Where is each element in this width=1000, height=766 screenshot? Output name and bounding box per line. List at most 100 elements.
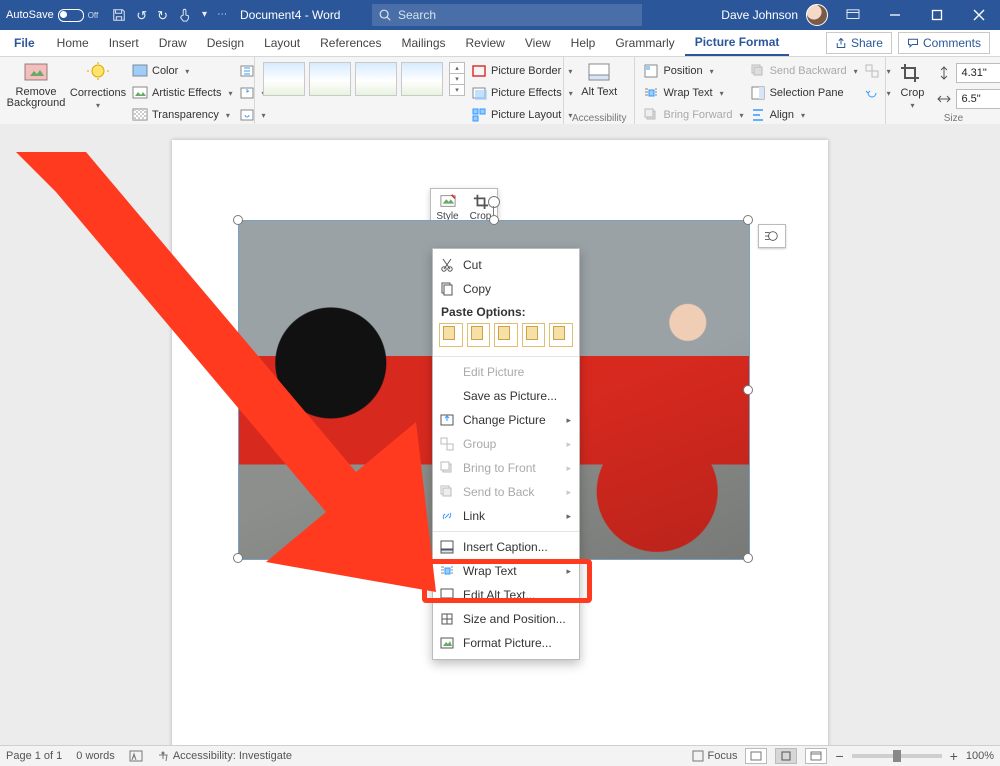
artistic-effects-button[interactable]: Artistic Effects	[132, 83, 233, 103]
tab-mailings[interactable]: Mailings	[391, 30, 455, 56]
resize-handle-tl[interactable]	[233, 215, 243, 225]
color-button[interactable]: Color	[132, 61, 233, 81]
minimize-button[interactable]	[878, 0, 912, 30]
style-preset-3[interactable]	[355, 62, 397, 96]
close-button[interactable]	[962, 0, 996, 30]
autosave-label: AutoSave	[6, 9, 54, 21]
width-input[interactable]: 6.5"▴▾	[956, 89, 1000, 109]
ctx-paste-options	[433, 321, 579, 353]
user-avatar-icon[interactable]	[806, 4, 828, 26]
style-preset-2[interactable]	[309, 62, 351, 96]
autosave-toggle[interactable]: AutoSave Off	[6, 9, 98, 22]
document-area[interactable]: Style Crop	[0, 124, 1000, 746]
picture-effects-button[interactable]: Picture Effects	[471, 83, 573, 103]
selection-pane-button[interactable]: Selection Pane	[750, 83, 858, 103]
tab-references[interactable]: References	[310, 30, 391, 56]
remove-background-button[interactable]: Remove Background	[8, 59, 64, 109]
height-input[interactable]: 4.31"▴▾	[956, 63, 1000, 83]
zoom-out-button[interactable]: −	[835, 748, 843, 764]
share-button[interactable]: Share	[826, 32, 892, 54]
crop-button[interactable]: Crop ▾	[894, 59, 930, 110]
resize-handle-t[interactable]	[489, 215, 499, 225]
ctx-cut[interactable]: Cut	[433, 253, 579, 277]
tab-view[interactable]: View	[515, 30, 561, 56]
send-backward-button[interactable]: Send Backward	[750, 61, 858, 81]
tab-insert[interactable]: Insert	[99, 30, 149, 56]
ctx-change-picture[interactable]: Change Picture▸	[433, 408, 579, 432]
status-accessibility[interactable]: Accessibility: Investigate	[157, 750, 292, 762]
ribbon-display-icon[interactable]	[836, 0, 870, 30]
layout-options-button[interactable]	[758, 224, 786, 248]
paste-option-5[interactable]	[549, 323, 573, 347]
tab-grammarly[interactable]: Grammarly	[605, 30, 684, 56]
view-web-layout[interactable]	[805, 748, 827, 764]
align-button[interactable]: Align	[750, 105, 858, 125]
resize-handle-tr[interactable]	[743, 215, 753, 225]
share-label: Share	[851, 36, 883, 50]
ctx-copy[interactable]: Copy	[433, 277, 579, 301]
style-preset-4[interactable]	[401, 62, 443, 96]
tab-layout[interactable]: Layout	[254, 30, 310, 56]
status-focus[interactable]: Focus	[692, 750, 738, 762]
tab-file[interactable]: File	[4, 30, 47, 56]
wrap-text-button[interactable]: Wrap Text	[643, 83, 743, 103]
alt-text-button[interactable]: Alt Text	[577, 59, 621, 98]
status-words[interactable]: 0 words	[76, 750, 115, 762]
position-button[interactable]: Position	[643, 61, 743, 81]
tab-picture-format[interactable]: Picture Format	[685, 30, 790, 56]
paste-option-3[interactable]	[494, 323, 518, 347]
comments-button[interactable]: Comments	[898, 32, 990, 54]
tab-help[interactable]: Help	[561, 30, 606, 56]
zoom-slider[interactable]	[852, 754, 942, 758]
ctx-wrap-text[interactable]: Wrap Text▸	[433, 559, 579, 583]
resize-handle-br[interactable]	[743, 553, 753, 563]
zoom-level[interactable]: 100%	[966, 750, 994, 762]
qat-overflow-icon[interactable]: ⋯	[217, 10, 227, 20]
ctx-save-as-picture[interactable]: Save as Picture...	[433, 384, 579, 408]
zoom-in-button[interactable]: +	[950, 748, 958, 764]
corrections-button[interactable]: Corrections ▾	[70, 59, 126, 110]
ctx-insert-caption[interactable]: Insert Caption...	[433, 535, 579, 559]
style-gallery-nav[interactable]: ▴▾▾	[449, 62, 465, 96]
paste-option-2[interactable]	[467, 323, 491, 347]
undo-icon[interactable]: ↺	[136, 9, 147, 22]
tab-home[interactable]: Home	[47, 30, 99, 56]
status-spellcheck-icon[interactable]	[129, 749, 143, 763]
picture-border-button[interactable]: Picture Border	[471, 61, 573, 81]
view-read-mode[interactable]	[745, 748, 767, 764]
style-preset-1[interactable]	[263, 62, 305, 96]
ribbon-tabs: File Home Insert Draw Design Layout Refe…	[0, 30, 1000, 57]
tab-draw[interactable]: Draw	[149, 30, 197, 56]
picture-style-gallery[interactable]: ▴▾▾	[263, 59, 465, 96]
user-name[interactable]: Dave Johnson	[721, 8, 798, 22]
color-icon	[132, 63, 148, 79]
resize-handle-bl[interactable]	[233, 553, 243, 563]
paste-option-4[interactable]	[522, 323, 546, 347]
mini-crop-icon	[472, 193, 490, 209]
tab-design[interactable]: Design	[197, 30, 254, 56]
ctx-size-and-position[interactable]: Size and Position...	[433, 607, 579, 631]
picture-layout-button[interactable]: Picture Layout	[471, 105, 573, 125]
view-print-layout[interactable]	[775, 748, 797, 764]
resize-handle-r[interactable]	[743, 385, 753, 395]
search-box[interactable]: Search	[372, 4, 642, 26]
ctx-link[interactable]: Link▸	[433, 504, 579, 528]
ctx-format-picture[interactable]: Format Picture...	[433, 631, 579, 655]
maximize-button[interactable]	[920, 0, 954, 30]
title-bar: AutoSave Off ↺ ↻ ▾ ⋯ Document4 - Word Se…	[0, 0, 1000, 30]
bring-forward-button[interactable]: Bring Forward	[643, 105, 743, 125]
rotate-handle[interactable]	[488, 196, 500, 208]
status-page[interactable]: Page 1 of 1	[6, 750, 62, 762]
paste-option-1[interactable]	[439, 323, 463, 347]
save-icon[interactable]	[112, 8, 126, 22]
touch-mode-icon[interactable]	[178, 8, 192, 22]
ctx-edit-alt-text[interactable]: Edit Alt Text...	[433, 583, 579, 607]
redo-icon[interactable]: ↻	[157, 9, 168, 22]
format-picture-icon	[439, 635, 455, 651]
group-arrange: Position Wrap Text Bring Forward Send Ba…	[635, 57, 886, 125]
resize-handle-l[interactable]	[233, 385, 243, 395]
qat-customize-icon[interactable]: ▾	[202, 10, 207, 20]
tab-review[interactable]: Review	[456, 30, 515, 56]
group-icon	[864, 63, 880, 79]
transparency-button[interactable]: Transparency	[132, 105, 233, 125]
